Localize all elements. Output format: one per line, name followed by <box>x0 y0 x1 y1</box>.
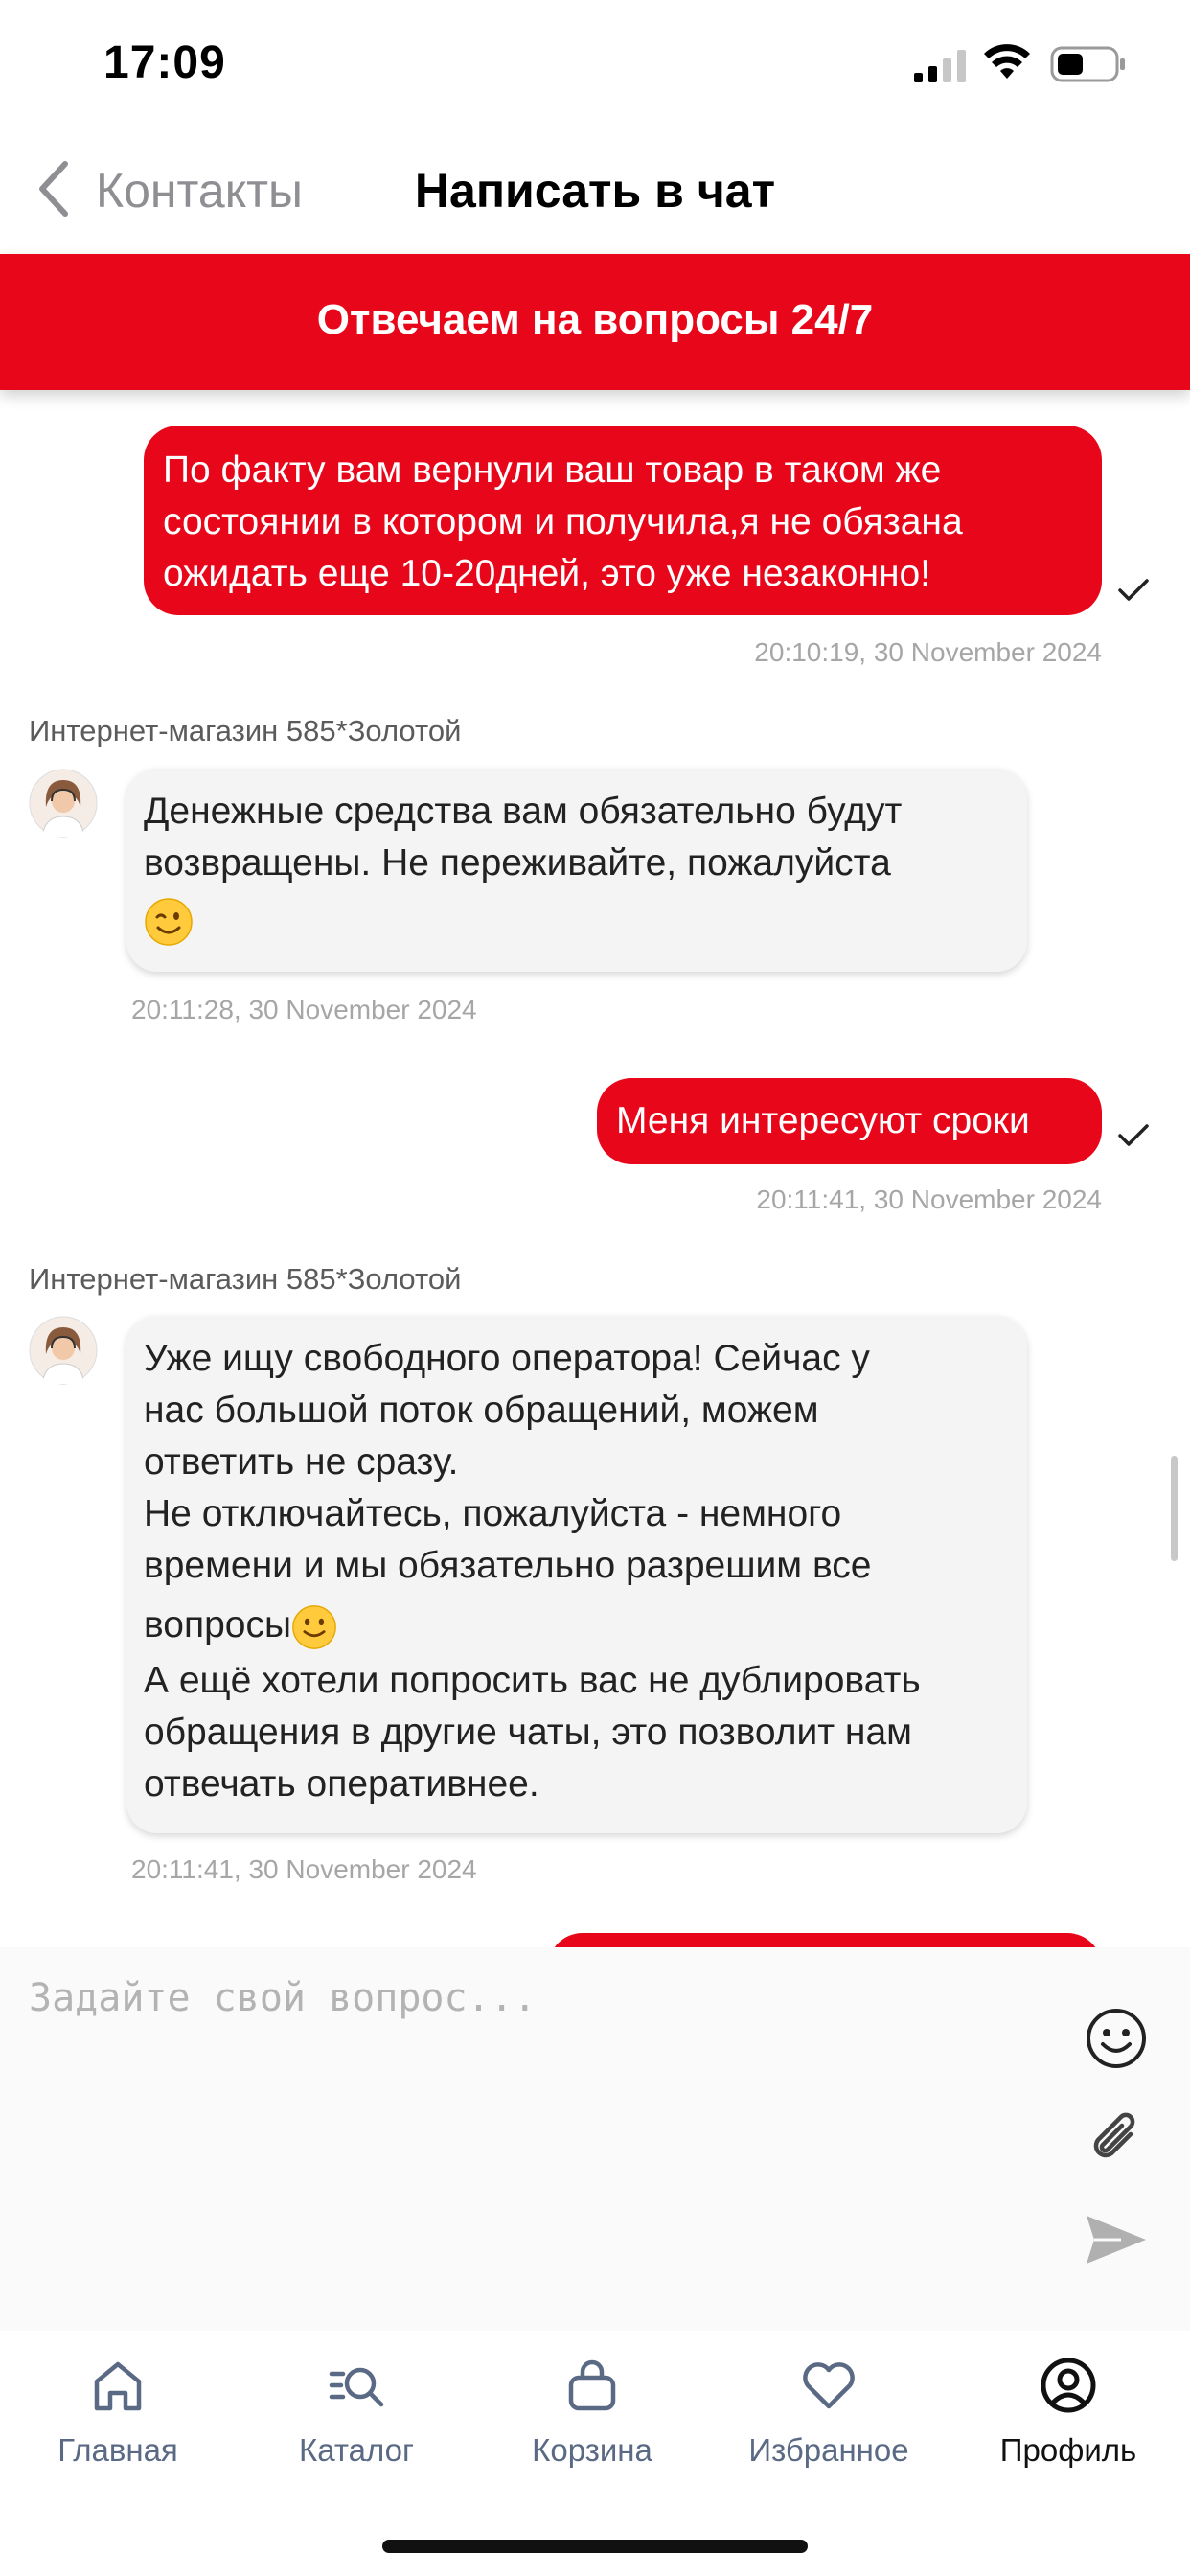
message-timestamp: 20:11:28, 30 November 2024 <box>131 995 477 1024</box>
message-line: Денежные средства вам обязательно будут <box>144 791 903 832</box>
scrollbar[interactable] <box>1171 1456 1178 1561</box>
tab-home[interactable]: Главная <box>8 2355 228 2498</box>
battery-icon <box>1050 46 1125 82</box>
message-line: нас большой поток обращений, можем <box>144 1390 819 1431</box>
bag-icon <box>568 2359 616 2411</box>
outgoing-message: По факту вам вернули ваш товар в таком ж… <box>144 426 1102 615</box>
tab-catalog[interactable]: Каталог <box>246 2355 467 2498</box>
message-timestamp: 20:10:19, 30 November 2024 <box>754 637 1102 667</box>
message-input[interactable] <box>29 1976 1044 2264</box>
status-time: 17:09 <box>103 37 226 88</box>
tab-label: Главная <box>57 2432 178 2468</box>
navigation-bar: Контакты Написать в чат <box>0 134 1190 254</box>
banner-text: Отвечаем на вопросы 24/7 <box>316 296 874 343</box>
heart-icon <box>803 2362 855 2409</box>
home-indicator <box>382 2540 808 2553</box>
message-line: времени и мы обязательно разрешим все <box>144 1545 872 1586</box>
cellular-signal-icon <box>914 50 966 82</box>
outgoing-message-partial <box>548 1933 1102 1947</box>
home-icon <box>94 2361 142 2411</box>
sender-name: Интернет-магазин 585*Золотой <box>29 714 462 748</box>
tab-label: Каталог <box>299 2432 414 2468</box>
emoji-icon[interactable] <box>1083 2005 1150 2072</box>
message-line: вопросы <box>144 1604 292 1645</box>
tab-label: Избранное <box>748 2432 909 2468</box>
tab-profile[interactable]: Профиль <box>958 2355 1179 2498</box>
attach-icon[interactable] <box>1083 2105 1150 2173</box>
message-line: возвращены. Не переживайте, пожалуйста <box>144 842 891 884</box>
sender-name: Интернет-магазин 585*Золотой <box>29 1262 462 1296</box>
message-line: ответить не сразу. <box>144 1441 459 1483</box>
tab-favorites[interactable]: Избранное <box>719 2355 939 2498</box>
send-icon[interactable] <box>1083 2206 1150 2273</box>
message-line: ожидать еще 10-20дней, это уже незаконно… <box>163 553 931 594</box>
message-line: А ещё хотели попросить вас не дублироват… <box>144 1660 921 1701</box>
message-composer <box>0 1947 1190 2331</box>
checkmark-icon <box>1118 579 1149 601</box>
message-timestamp: 20:11:41, 30 November 2024 <box>756 1184 1102 1214</box>
operator-avatar <box>29 1316 98 1385</box>
winking-face-emoji-icon <box>145 898 193 946</box>
checkmark-icon <box>1118 1124 1149 1146</box>
tab-label: Корзина <box>532 2432 652 2468</box>
page-title: Написать в чат <box>414 164 776 218</box>
tab-label: Профиль <box>999 2432 1137 2468</box>
message-line: обращения в другие чаты, это позволит на… <box>144 1712 912 1753</box>
support-banner: Отвечаем на вопросы 24/7 <box>0 254 1190 390</box>
tab-cart[interactable]: Корзина <box>482 2355 702 2498</box>
smiling-face-emoji-icon <box>292 1604 336 1649</box>
incoming-message: Денежные средства вам обязательно будут … <box>126 769 1027 972</box>
message-line: Уже ищу свободного оператора! Сейчас у <box>144 1338 870 1379</box>
wifi-icon <box>984 44 1030 79</box>
profile-icon <box>1041 2358 1096 2413</box>
operator-avatar <box>29 769 98 838</box>
status-bar: 17:09 <box>0 0 1190 134</box>
catalog-search-icon <box>329 2367 384 2407</box>
message-line: Не отключайтесь, пожалуйста - немного <box>144 1493 842 1534</box>
message-timestamp: 20:11:41, 30 November 2024 <box>131 1854 477 1884</box>
outgoing-message: Меня интересуют сроки <box>597 1078 1102 1164</box>
message-text: Меня интересуют сроки <box>616 1100 1030 1141</box>
message-line: По факту вам вернули ваш товар в таком ж… <box>163 449 942 491</box>
chat-messages: По факту вам вернули ваш товар в таком ж… <box>0 390 1190 1947</box>
incoming-message: Уже ищу свободного оператора! Сейчас у н… <box>126 1316 1027 1833</box>
message-line: отвечать оперативнее. <box>144 1763 539 1805</box>
message-line: состоянии в котором и получила,я не обяз… <box>163 501 963 542</box>
